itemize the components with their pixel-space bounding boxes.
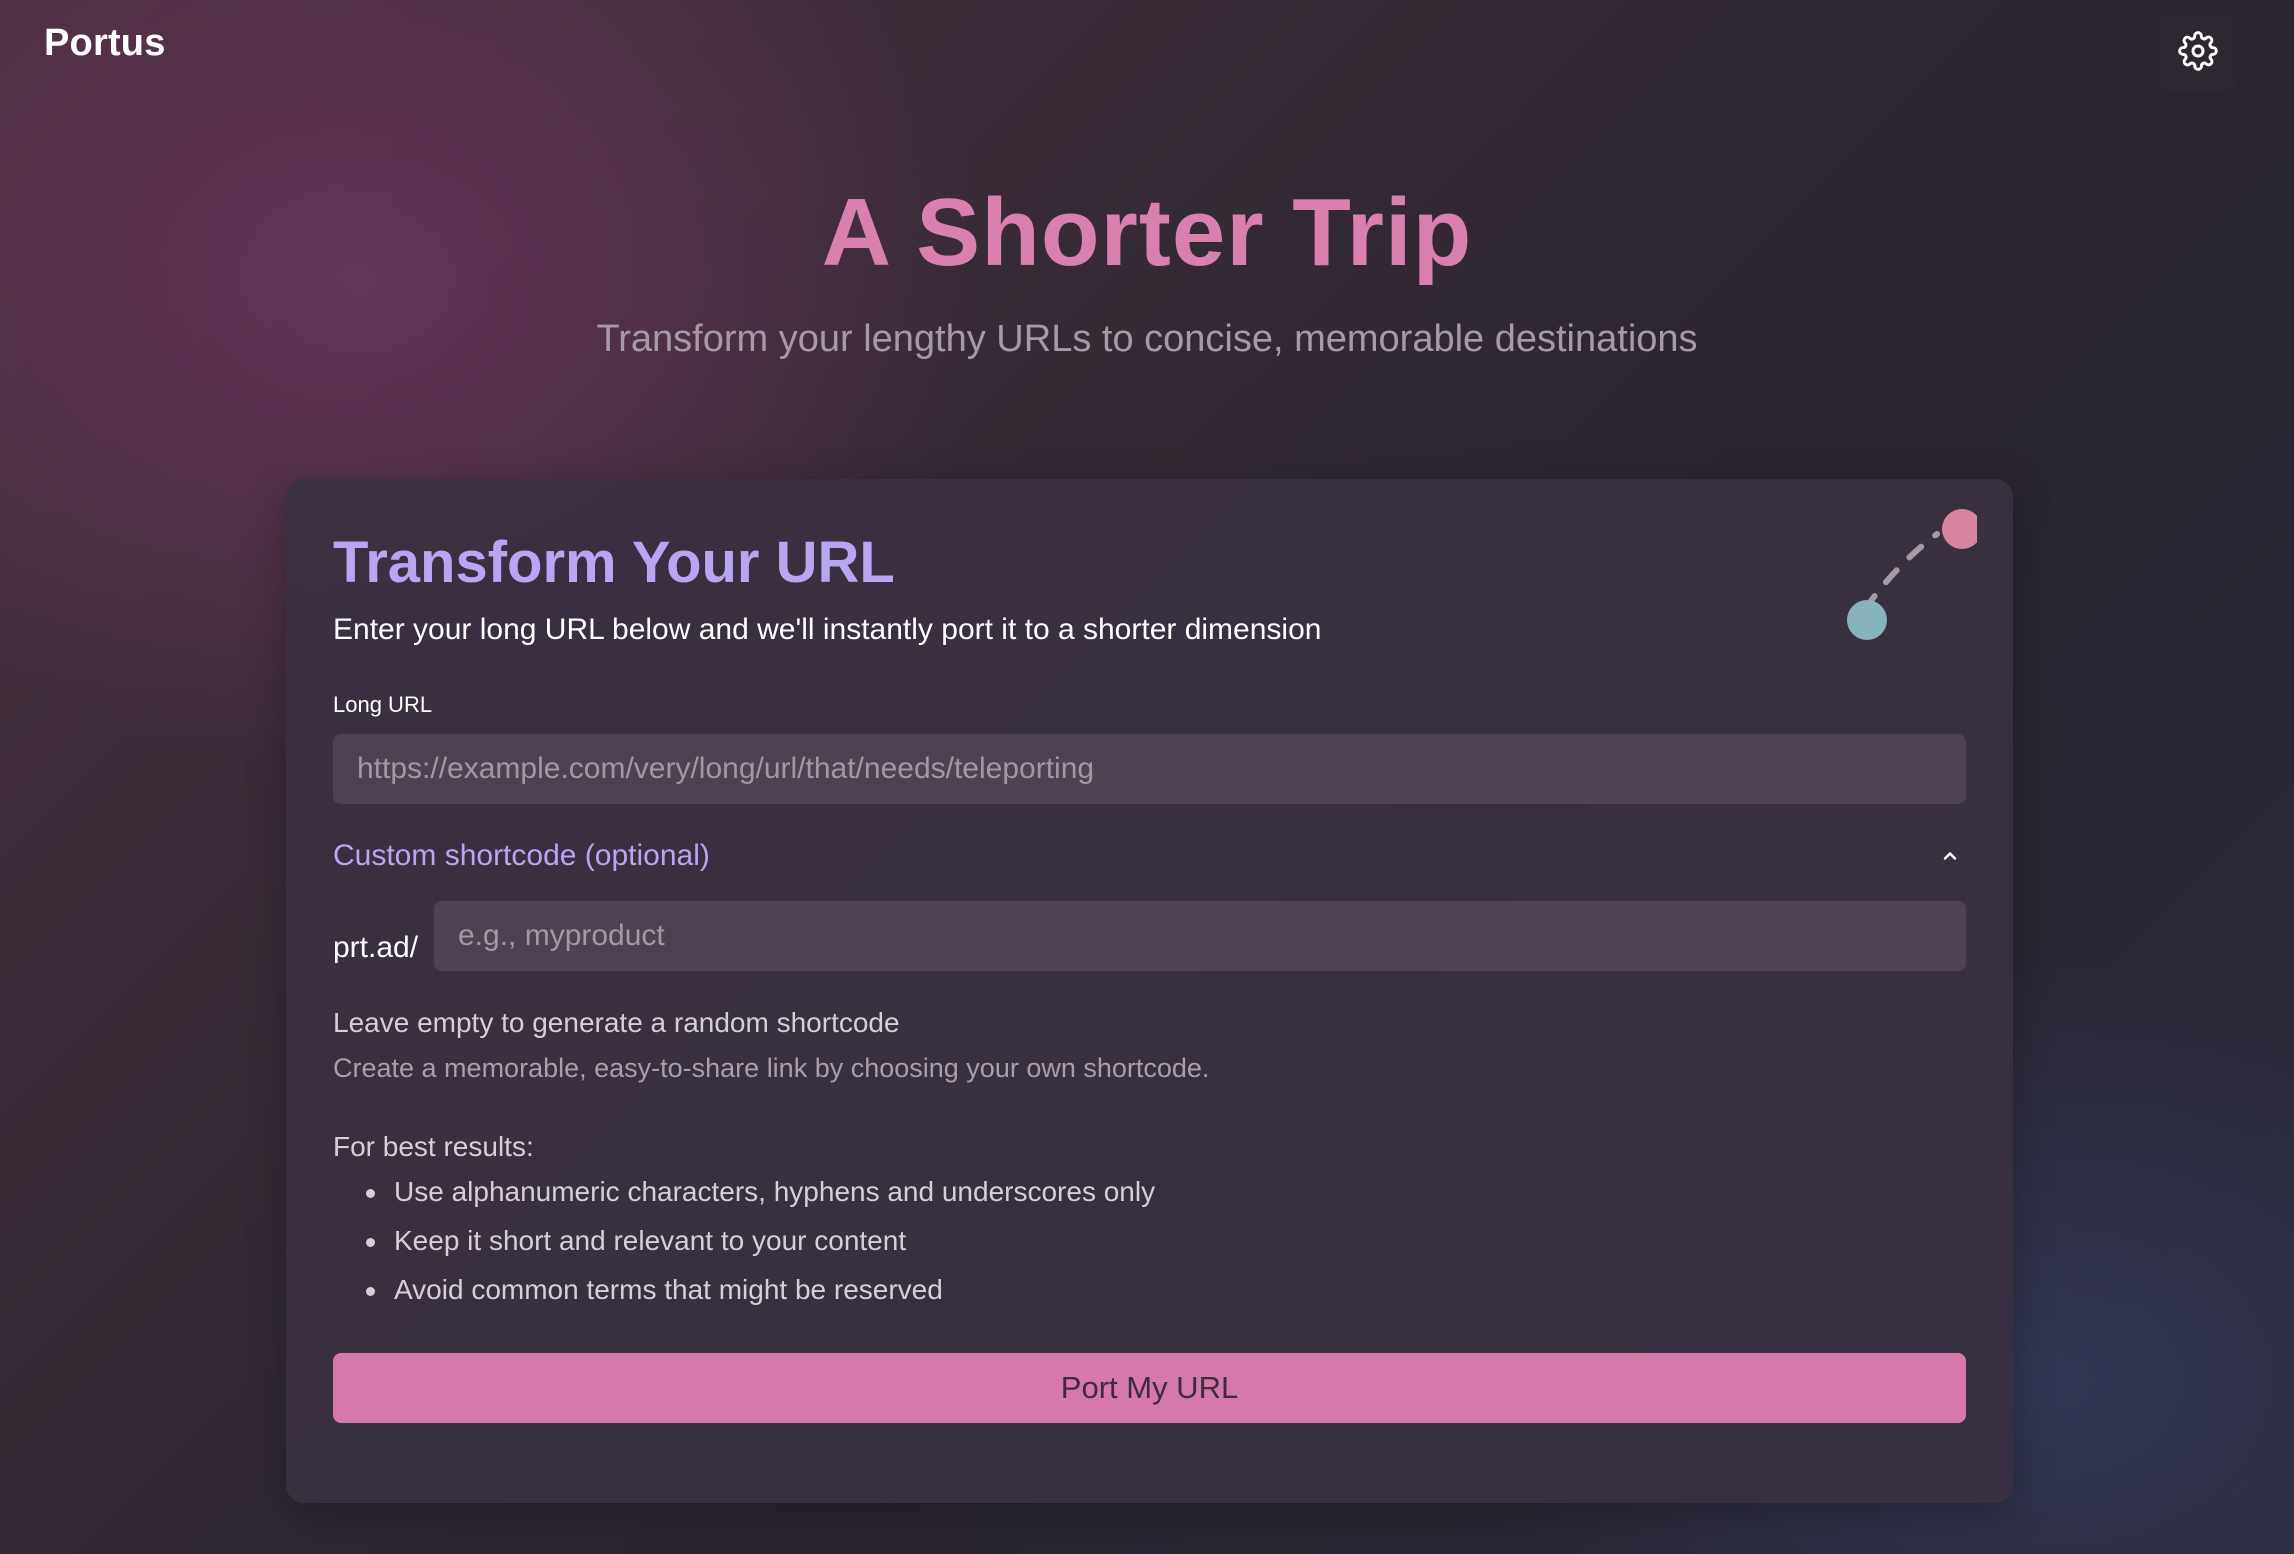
- gear-icon: [2178, 31, 2218, 71]
- tips-heading: For best results:: [333, 1131, 534, 1162]
- custom-shortcode-toggle-label: Custom shortcode (optional): [333, 839, 710, 872]
- shortcode-help-primary: Leave empty to generate a random shortco…: [333, 1007, 900, 1038]
- card-description: Enter your long URL below and we'll inst…: [333, 613, 1322, 646]
- brand-logo[interactable]: Portus: [44, 22, 166, 65]
- custom-shortcode-toggle[interactable]: Custom shortcode (optional): [333, 831, 1966, 881]
- long-url-label: Long URL: [333, 692, 433, 717]
- hero-title: A Shorter Trip: [821, 179, 1473, 286]
- tip-item: Keep it short and relevant to your conte…: [333, 1224, 1155, 1273]
- long-url-input[interactable]: [333, 734, 1966, 804]
- settings-button[interactable]: [2158, 11, 2238, 91]
- shortcode-input[interactable]: [434, 901, 1966, 971]
- hero-subtitle: Transform your lengthy URLs to concise, …: [596, 318, 1698, 360]
- chevron-up-icon: [1943, 852, 1957, 860]
- port-my-url-button[interactable]: Port My URL: [333, 1353, 1966, 1423]
- teleport-dots-icon: [1847, 509, 1977, 640]
- tips-list: Use alphanumeric characters, hyphens and…: [333, 1175, 1155, 1322]
- tip-item: Avoid common terms that might be reserve…: [333, 1273, 1155, 1322]
- card-title: Transform Your URL: [333, 530, 895, 595]
- tip-item: Use alphanumeric characters, hyphens and…: [333, 1175, 1155, 1224]
- shortcode-help-secondary: Create a memorable, easy-to-share link b…: [333, 1053, 1210, 1083]
- url-form-card: Transform Your URL Enter your long URL b…: [286, 479, 2013, 1503]
- shortcode-prefix: prt.ad/: [333, 931, 419, 964]
